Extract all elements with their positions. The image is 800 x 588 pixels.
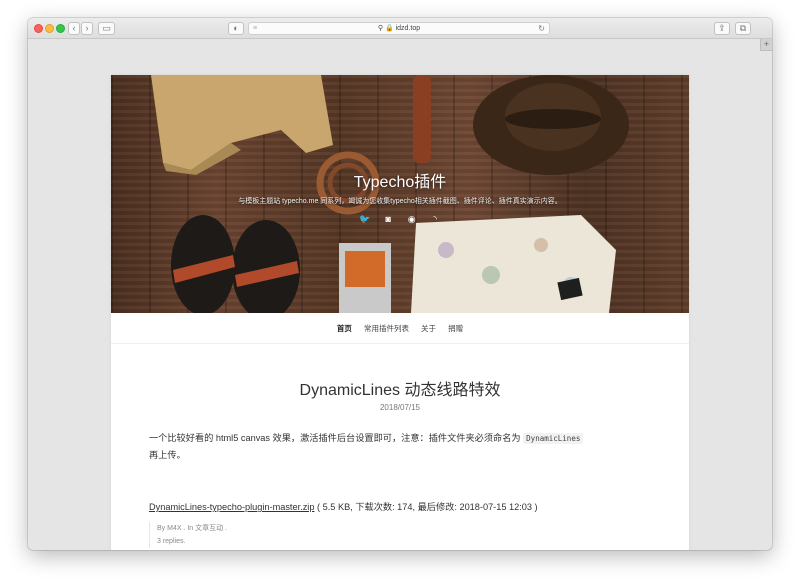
- chevron-right-icon: ›: [85, 23, 89, 33]
- download-link[interactable]: DynamicLines-typecho-plugin-master.zip: [149, 502, 314, 512]
- web-page: Typecho插件 与模板主题站 typecho.me 同系列，竭诚为您收集ty…: [111, 75, 689, 550]
- tabs-icon: ⧉: [739, 23, 747, 33]
- sidebar-icon: ▭: [102, 23, 111, 33]
- sidebar-button[interactable]: ▭: [98, 22, 115, 35]
- header-banner: Typecho插件 与模板主题站 typecho.me 同系列，竭诚为您收集ty…: [111, 75, 689, 313]
- instagram-icon[interactable]: ◙: [383, 214, 394, 225]
- main-nav: 首页 常用插件列表 关于 捐赠: [111, 313, 689, 344]
- download-info: ( 5.5 KB, 下载次数: 174, 最后修改: 2018-07-15 12…: [317, 502, 538, 512]
- reload-icon[interactable]: ↻: [538, 23, 545, 35]
- address-bar[interactable]: ≡ ⚲ 🔒 idzd.top ↻: [248, 22, 550, 35]
- twitter-icon[interactable]: 🐦: [359, 214, 370, 225]
- share-button[interactable]: ⇪: [714, 22, 730, 35]
- post-body-text: 一个比较好看的 html5 canvas 效果，激活插件后台设置即可，注意：插件…: [149, 433, 521, 443]
- rss-icon[interactable]: ◝: [430, 214, 441, 225]
- nav-item-donate[interactable]: 捐赠: [448, 324, 463, 333]
- download-line: DynamicLines-typecho-plugin-master.zip (…: [149, 499, 538, 513]
- reader-button[interactable]: ◐: [228, 22, 244, 35]
- shirt-shape: [411, 215, 616, 313]
- post-meta: By M4X . In 文章互动 . 3 replies.: [149, 522, 227, 548]
- chevron-left-icon: ‹: [72, 23, 76, 33]
- post-meta-replies[interactable]: 3 replies.: [157, 535, 227, 548]
- back-button[interactable]: ‹: [68, 22, 80, 35]
- post-body-text-end: 再上传。: [149, 450, 186, 460]
- minimize-window-button[interactable]: [45, 24, 54, 33]
- nav-item-about[interactable]: 关于: [421, 324, 436, 333]
- plus-icon: +: [763, 39, 770, 49]
- watch-strap-shape: [413, 75, 431, 163]
- browser-toolbar: ‹ › ▭ ◐ ≡ ⚲ 🔒 idzd.top ↻ ⇪ ⧉: [28, 18, 772, 39]
- url-text: idzd.top: [395, 25, 421, 32]
- inline-code: DynamicLines: [523, 433, 584, 444]
- post-body: 一个比较好看的 html5 canvas 效果，激活插件后台设置即可，注意：插件…: [149, 430, 654, 464]
- post-meta-author[interactable]: By M4X . In 文章互动 .: [157, 522, 227, 535]
- search-icon: ⚲: [377, 25, 383, 32]
- shorts-shape: [151, 75, 333, 170]
- site-subtitle: 与模板主题站 typecho.me 同系列，竭诚为您收集typecho相关插件截…: [238, 198, 562, 205]
- zoom-window-button[interactable]: [56, 24, 65, 33]
- nav-item-home[interactable]: 首页: [337, 324, 352, 333]
- post-date: 2018/07/15: [379, 403, 421, 412]
- close-window-button[interactable]: [34, 24, 43, 33]
- forward-button[interactable]: ›: [81, 22, 93, 35]
- share-icon: ⇪: [718, 23, 726, 33]
- site-title[interactable]: Typecho插件: [111, 168, 689, 192]
- tabs-overview-button[interactable]: ⧉: [735, 22, 751, 35]
- shield-icon: ◐: [233, 23, 239, 33]
- new-tab-button[interactable]: +: [760, 39, 772, 51]
- banner-photo: [151, 75, 629, 313]
- browser-window: ‹ › ▭ ◐ ≡ ⚲ 🔒 idzd.top ↻ ⇪ ⧉ + Typecho插件…: [28, 18, 772, 550]
- weibo-icon[interactable]: ◉: [406, 214, 417, 225]
- post-title[interactable]: DynamicLines 动态线路特效: [111, 376, 689, 400]
- social-links: 🐦 ◙ ◉ ◝: [111, 211, 689, 229]
- lock-icon: 🔒: [384, 25, 394, 32]
- nav-item-plugins[interactable]: 常用插件列表: [364, 324, 409, 333]
